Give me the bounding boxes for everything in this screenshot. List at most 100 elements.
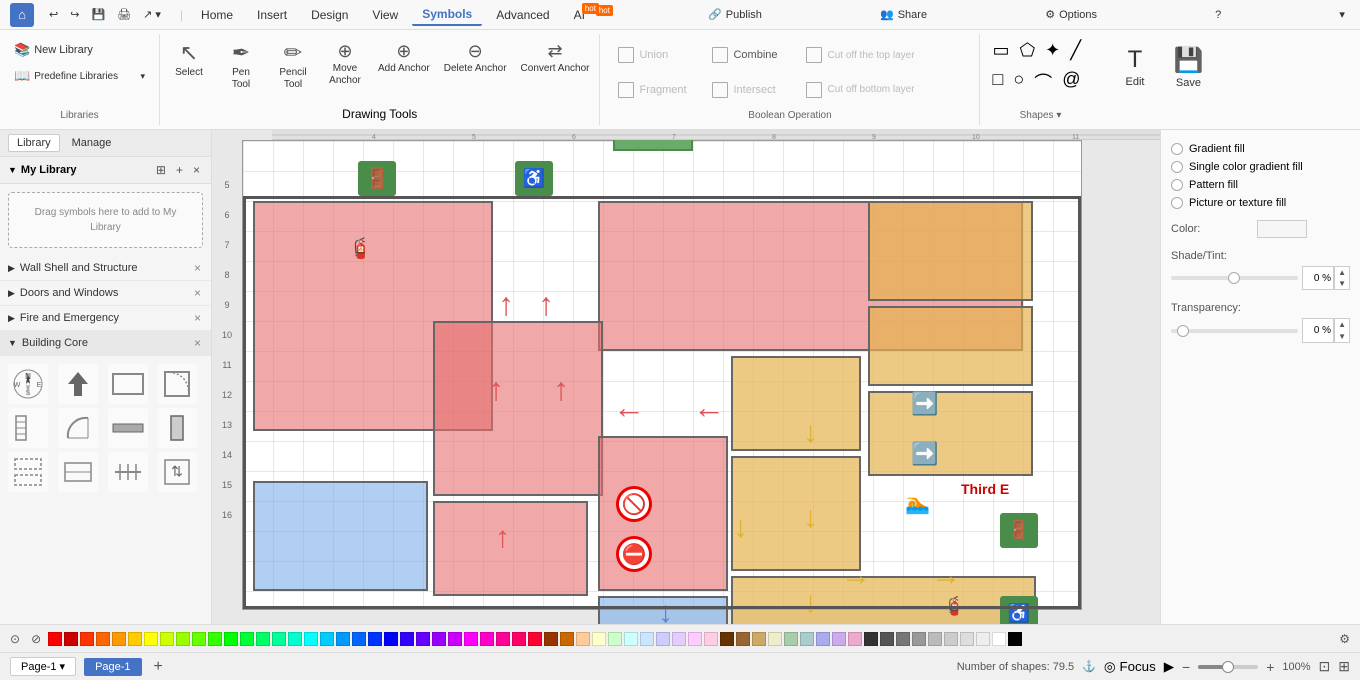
palette-color-cc00ff[interactable] [448, 632, 462, 646]
options-button[interactable]: ⚙ Options [1040, 6, 1102, 23]
palette-color-eeaacc[interactable] [848, 632, 862, 646]
pen-tool-button[interactable]: ✒ PenTool [216, 38, 266, 107]
palette-color-00ff00[interactable] [224, 632, 238, 646]
fragment-button[interactable]: Fragment [608, 73, 698, 108]
palette-color-eeeeee[interactable] [976, 632, 990, 646]
home-icon[interactable]: ⌂ [10, 3, 34, 27]
symbol-column[interactable] [157, 408, 197, 448]
picture-fill-radio[interactable] [1171, 197, 1183, 209]
palette-color-cccccc[interactable] [944, 632, 958, 646]
add-page-btn[interactable]: + [150, 656, 167, 678]
palette-color-663300[interactable] [720, 632, 734, 646]
pattern-fill-option[interactable]: Pattern fill [1171, 176, 1350, 194]
room-far-right-3[interactable] [868, 391, 1033, 476]
palette-color-ccaaee[interactable] [832, 632, 846, 646]
move-anchor-button[interactable]: ⊕ MoveAnchor [320, 38, 370, 107]
palette-color-cce5ff[interactable] [640, 632, 654, 646]
pattern-fill-radio[interactable] [1171, 179, 1183, 191]
palette-color-ff0033[interactable] [528, 632, 542, 646]
palette-color-ff3300[interactable] [80, 632, 94, 646]
palette-color-ffcc99[interactable] [576, 632, 590, 646]
palette-color-ffff00[interactable] [144, 632, 158, 646]
shade-tint-slider[interactable] [1171, 276, 1298, 280]
palette-color-996633[interactable] [736, 632, 750, 646]
palette-color-aacccc[interactable] [800, 632, 814, 646]
fit-width-btn[interactable]: ⊞ [1338, 658, 1350, 675]
symbol-arc[interactable] [58, 408, 98, 448]
palette-color-777777[interactable] [896, 632, 910, 646]
select-tool-button[interactable]: ↖ Select [164, 38, 214, 107]
room-far-right-1[interactable] [868, 201, 1033, 301]
palette-color-0066ff[interactable] [352, 632, 366, 646]
page-1-tab[interactable]: Page-1 [84, 658, 141, 676]
shade-down[interactable]: ▼ [1335, 278, 1349, 289]
library-tab[interactable]: Library [8, 134, 60, 152]
fire-emergency-section[interactable]: ▶ Fire and Emergency × [0, 306, 211, 331]
my-library-arrow[interactable]: ▼ [8, 165, 17, 175]
cut-bottom-button[interactable]: Cut off bottom layer [796, 73, 924, 108]
symbol-door[interactable] [157, 364, 197, 404]
palette-color-ccffff[interactable] [624, 632, 638, 646]
transparency-thumb[interactable] [1177, 325, 1189, 337]
menu-tab-view[interactable]: View [362, 5, 408, 25]
palette-color-ff00cc[interactable] [480, 632, 494, 646]
palette-color-00ffff[interactable] [304, 632, 318, 646]
shape-line[interactable]: ╱ [1068, 38, 1083, 63]
palette-color-ffffff[interactable] [992, 632, 1006, 646]
palette-color-3300ff[interactable] [400, 632, 414, 646]
shape-rect2[interactable]: □ [990, 67, 1005, 97]
palette-color-ff0099[interactable] [496, 632, 510, 646]
palette-color-ff00ff[interactable] [464, 632, 478, 646]
palette-color-ccffcc[interactable] [608, 632, 622, 646]
convert-anchor-button[interactable]: ⇄ Convert Anchor [515, 38, 596, 107]
symbol-compass[interactable]: N S W E [8, 364, 48, 404]
doors-windows-section[interactable]: ▶ Doors and Windows × [0, 281, 211, 306]
palette-color-0000ff[interactable] [384, 632, 398, 646]
palette-menu-btn[interactable]: ⊙ [6, 630, 24, 648]
zoom-in-btn[interactable]: + [1266, 659, 1274, 675]
symbol-arrow-up[interactable] [58, 364, 98, 404]
menu-tab-design[interactable]: Design [301, 5, 358, 25]
menu-tab-home[interactable]: Home [191, 5, 243, 25]
transparency-slider[interactable] [1171, 329, 1298, 333]
shade-value-field[interactable] [1302, 266, 1334, 290]
palette-color-0033ff[interactable] [368, 632, 382, 646]
page-label-btn[interactable]: Page-1 ▾ [10, 657, 76, 676]
symbol-beam[interactable] [8, 452, 48, 492]
play-button[interactable]: ▶ [1164, 659, 1174, 675]
expand-button[interactable]: ▾ [1334, 6, 1350, 23]
palette-color-66ff00[interactable] [192, 632, 206, 646]
room-right-1[interactable] [731, 356, 861, 451]
single-color-gradient-option[interactable]: Single color gradient fill [1171, 158, 1350, 176]
manage-tab[interactable]: Manage [64, 135, 120, 151]
combine-button[interactable]: Combine [702, 38, 792, 73]
palette-color-cc0000[interactable] [64, 632, 78, 646]
menu-tab-symbols[interactable]: Symbols [412, 4, 482, 26]
shape-rect[interactable]: ▭ [990, 38, 1011, 63]
edit-button[interactable]: T Edit [1112, 42, 1157, 92]
palette-color-ff0000[interactable] [48, 632, 62, 646]
room-bottom-center[interactable] [433, 501, 588, 596]
palette-color-00ff99[interactable] [272, 632, 286, 646]
room-bottom-left[interactable] [253, 481, 428, 591]
menu-tab-advanced[interactable]: Advanced [486, 5, 559, 25]
share-button[interactable]: 👥 Share [875, 6, 932, 23]
transparency-down[interactable]: ▼ [1335, 331, 1349, 342]
pencil-tool-button[interactable]: ✏ PencilTool [268, 38, 318, 107]
fit-page-btn[interactable]: ⊡ [1319, 658, 1331, 675]
add-anchor-button[interactable]: ⊕ Add Anchor [372, 38, 436, 107]
delete-anchor-button[interactable]: ⊖ Delete Anchor [438, 38, 513, 107]
redo-button[interactable]: ↪ [65, 6, 84, 23]
palette-color-ff6600[interactable] [96, 632, 110, 646]
symbol-wall[interactable] [108, 408, 148, 448]
zoom-out-btn[interactable]: − [1182, 659, 1190, 675]
palette-color-ccccff[interactable] [656, 632, 670, 646]
predefine-libraries-button[interactable]: 📖 Predefine Libraries ▾ [8, 64, 151, 88]
wall-shell-section[interactable]: ▶ Wall Shell and Structure × [0, 256, 211, 281]
floor-plan[interactable]: ASSEMBLY POINT 🚪 ♿ [242, 140, 1082, 610]
fire-emergency-close[interactable]: × [192, 311, 203, 325]
gradient-fill-radio[interactable] [1171, 143, 1183, 155]
shape-pentagon[interactable]: ⬠ [1018, 38, 1038, 63]
palette-color-333333[interactable] [864, 632, 878, 646]
palette-color-ffccff[interactable] [688, 632, 702, 646]
